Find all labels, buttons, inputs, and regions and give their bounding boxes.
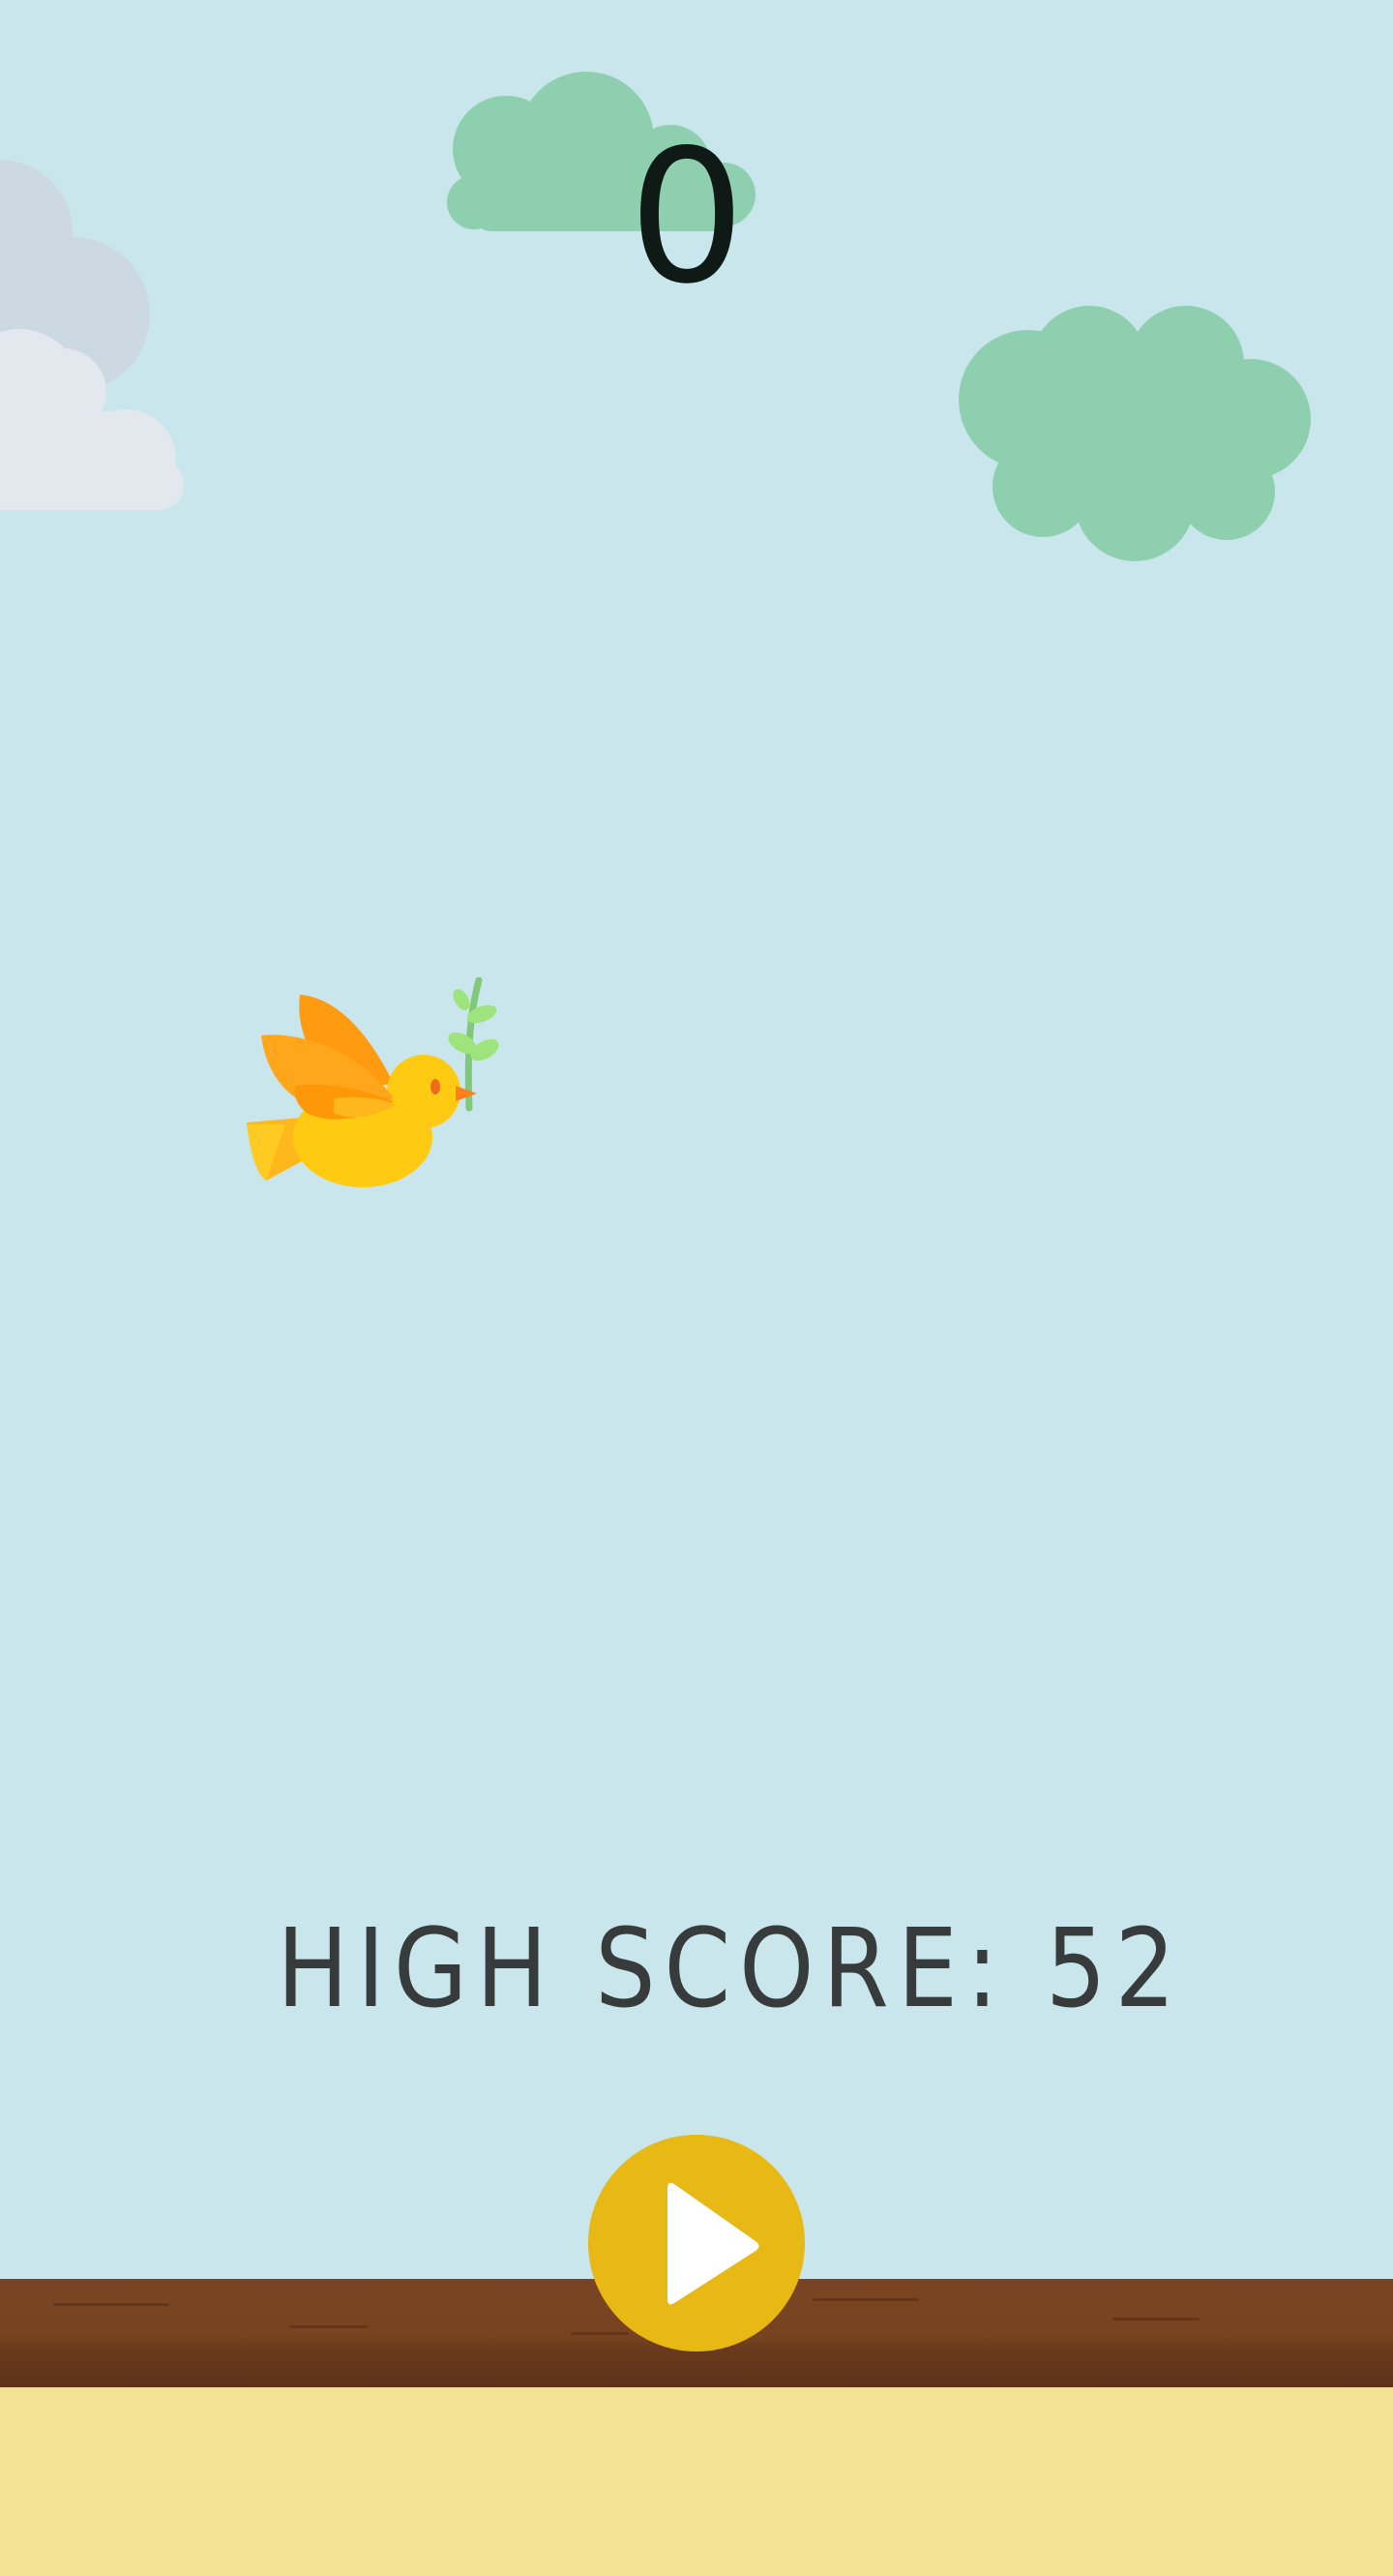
ground-sand — [0, 2387, 1393, 2576]
current-score: 0 — [628, 110, 746, 324]
white-cloud-icon — [0, 329, 184, 510]
bird-with-olive-branch-icon — [247, 977, 499, 1187]
high-score-label: HIGH SCORE: 52 — [277, 1906, 1184, 2032]
play-icon — [667, 2182, 759, 2305]
green-cloud-icon — [959, 306, 1311, 561]
play-button[interactable] — [588, 2135, 805, 2351]
game-scene[interactable]: 0 HIGH SCORE: 52 — [0, 0, 1393, 2576]
